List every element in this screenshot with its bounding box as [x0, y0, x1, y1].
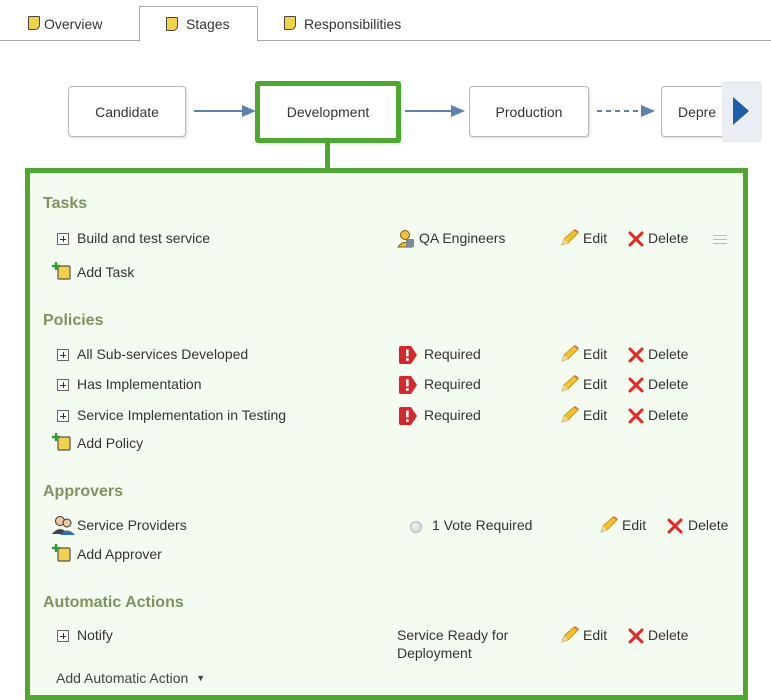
stage-deprecated[interactable]: Depre: [661, 86, 731, 137]
drag-handle-icon[interactable]: [713, 235, 727, 245]
policies-title: Policies: [43, 312, 104, 329]
task-edit-button[interactable]: Edit: [583, 230, 607, 246]
delete-x-icon: [628, 347, 644, 363]
action-trigger-line2: Deployment: [397, 645, 472, 661]
vote-radio[interactable]: [410, 521, 422, 533]
required-icon: [399, 407, 417, 425]
tab-label: Responsibilities: [304, 15, 402, 32]
delete-x-icon: [667, 518, 683, 534]
policy-delete-button[interactable]: Delete: [648, 376, 688, 392]
add-document-icon: [52, 262, 71, 280]
action-delete-button[interactable]: Delete: [648, 627, 688, 643]
action-edit-button[interactable]: Edit: [583, 627, 607, 643]
stage-candidate[interactable]: Candidate: [68, 86, 186, 137]
policy-status: Required: [424, 376, 481, 392]
add-approver-button[interactable]: Add Approver: [77, 546, 162, 562]
approver-delete-button[interactable]: Delete: [688, 517, 728, 533]
policy-edit-button[interactable]: Edit: [583, 376, 607, 392]
delete-x-icon: [628, 231, 644, 247]
tab-overview[interactable]: Overview: [18, 6, 128, 41]
caret-down-icon: ▼: [196, 673, 206, 683]
add-automatic-action-label: Add Automatic Action: [56, 670, 189, 686]
approver-votes: 1 Vote Required: [432, 517, 533, 533]
add-policy-button[interactable]: Add Policy: [77, 435, 143, 451]
stage-dashed-arrow-icon: [597, 105, 655, 117]
required-icon: [399, 346, 417, 364]
pencil-icon: [600, 516, 618, 533]
policy-status: Required: [424, 346, 481, 362]
stage-label: Candidate: [95, 103, 159, 120]
stage-label: Production: [495, 103, 563, 120]
policy-delete-button[interactable]: Delete: [648, 346, 688, 362]
stage-arrow-icon: [194, 105, 256, 117]
add-automatic-action-dropdown[interactable]: Add Automatic Action ▼: [56, 670, 205, 686]
add-document-icon: [52, 433, 71, 451]
expand-icon[interactable]: [57, 233, 69, 245]
pencil-icon: [561, 626, 579, 643]
expand-icon[interactable]: [57, 630, 69, 642]
delete-x-icon: [628, 628, 644, 644]
delete-x-icon: [628, 408, 644, 424]
tab-bar: Overview Stages Responsibilities: [0, 0, 771, 42]
arrow-right-icon: [733, 97, 749, 125]
tab-label: Overview: [44, 15, 103, 32]
delete-x-icon: [628, 377, 644, 393]
task-name: Build and test service: [77, 230, 211, 246]
document-icon: [166, 17, 178, 31]
policy-edit-button[interactable]: Edit: [583, 346, 607, 362]
task-delete-button[interactable]: Delete: [648, 230, 688, 246]
user-group-icon: [396, 230, 414, 248]
expand-icon[interactable]: [57, 410, 69, 422]
stage-arrow-icon: [405, 105, 465, 117]
scroll-right-button[interactable]: [722, 81, 762, 142]
stage-label: Depre: [678, 103, 717, 120]
policy-edit-button[interactable]: Edit: [583, 407, 607, 423]
add-task-button[interactable]: Add Task: [77, 264, 134, 280]
expand-icon[interactable]: [57, 349, 69, 361]
stage-label: Development: [286, 104, 370, 120]
automatic-actions-title: Automatic Actions: [43, 594, 184, 611]
pencil-icon: [561, 345, 579, 362]
required-icon: [399, 376, 417, 394]
stage-production[interactable]: Production: [469, 86, 589, 137]
pencil-icon: [561, 229, 579, 246]
expand-icon[interactable]: [57, 379, 69, 391]
pencil-icon: [561, 406, 579, 423]
task-assignee: QA Engineers: [419, 230, 506, 246]
action-trigger-line1: Service Ready for: [397, 627, 509, 643]
policy-status: Required: [424, 407, 481, 423]
policy-name: All Sub-services Developed: [77, 346, 249, 362]
tab-label: Stages: [186, 16, 230, 32]
pencil-icon: [561, 375, 579, 392]
stage-development[interactable]: Development: [255, 81, 401, 143]
approver-name: Service Providers: [77, 517, 187, 533]
user-group-icon: [52, 516, 75, 535]
add-document-icon: [52, 544, 71, 562]
tab-responsibilities[interactable]: Responsibilities: [272, 6, 432, 41]
stage-detail-panel: Tasks Build and test service QA Engineer…: [25, 168, 748, 700]
approver-edit-button[interactable]: Edit: [622, 517, 646, 533]
approvers-title: Approvers: [43, 483, 124, 500]
tasks-title: Tasks: [43, 195, 88, 212]
policy-name: Service Implementation in Testing: [77, 407, 287, 423]
document-icon: [28, 16, 40, 30]
policy-name: Has Implementation: [77, 376, 202, 392]
action-name: Notify: [77, 627, 113, 643]
stage-connector: [325, 142, 330, 170]
policy-delete-button[interactable]: Delete: [648, 407, 688, 423]
tab-stages[interactable]: Stages: [139, 6, 258, 42]
document-icon: [284, 16, 296, 30]
